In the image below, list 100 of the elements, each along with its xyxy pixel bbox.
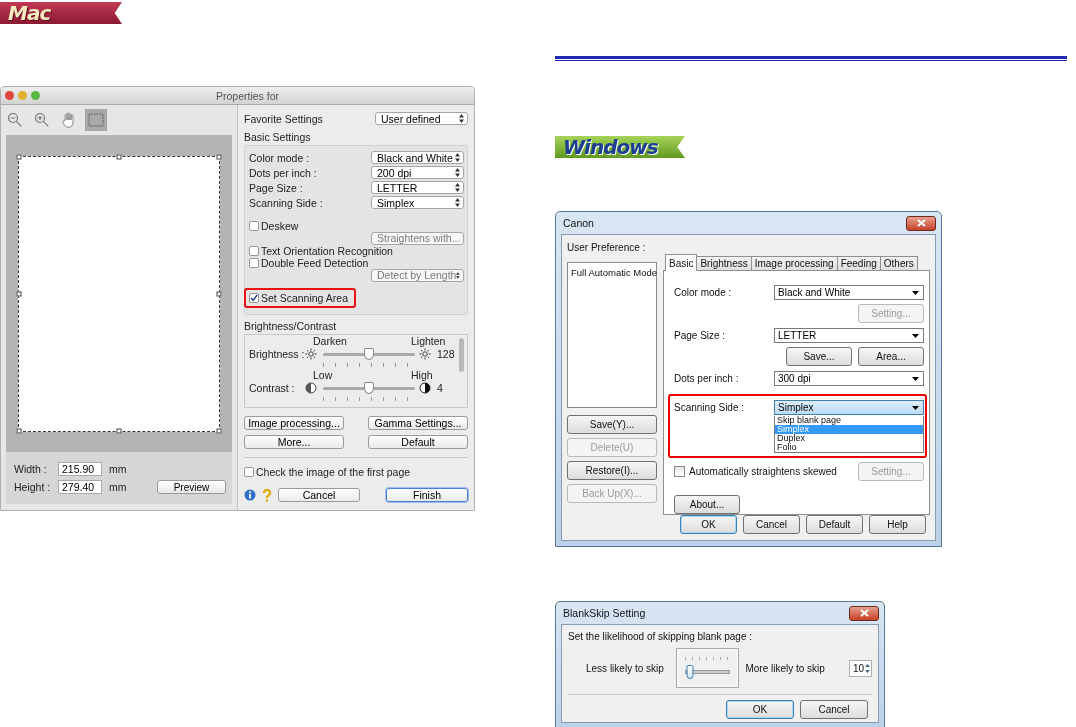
- dialog-button[interactable]: Cancel: [800, 700, 868, 719]
- dropdown-field[interactable]: LETTER: [774, 328, 924, 343]
- popup-button[interactable]: User defined: [375, 112, 468, 125]
- dropdown-field[interactable]: Simplex: [774, 400, 924, 415]
- dialog-button[interactable]: OK: [680, 515, 737, 534]
- dialog-button[interactable]: OK: [726, 700, 794, 719]
- platform-badge: Mac: [0, 2, 122, 24]
- spin-arrows-icon[interactable]: [864, 661, 871, 675]
- window-title: BlankSkip Setting: [563, 607, 646, 619]
- dialog-button[interactable]: Save(Y)...: [567, 415, 657, 434]
- updown-arrows-icon: [456, 270, 460, 280]
- updown-arrows-icon: [455, 183, 460, 192]
- close-button[interactable]: [849, 605, 879, 621]
- dialog-button[interactable]: Default: [806, 515, 863, 534]
- popup-button[interactable]: 200 dpi: [371, 166, 464, 179]
- checkbox[interactable]: [244, 467, 254, 477]
- resize-handle[interactable]: [216, 428, 222, 434]
- dialog-button[interactable]: Cancel: [278, 488, 360, 502]
- window-title: Properties for: [216, 89, 280, 102]
- dropdown-arrow-icon: [912, 405, 919, 410]
- group-title: Basic Settings: [244, 131, 312, 143]
- checkbox[interactable]: [249, 258, 259, 268]
- close-button[interactable]: [906, 215, 936, 231]
- dropdown-arrow-icon: [912, 290, 919, 295]
- checkbox-label: Automatically straightens skewed: [689, 466, 837, 477]
- slider-max-label: Lighten: [411, 335, 446, 347]
- resize-handle[interactable]: [116, 428, 122, 434]
- dialog-button[interactable]: Area...: [858, 347, 924, 366]
- popup-button[interactable]: Simplex: [371, 196, 464, 209]
- tab[interactable]: Brightness: [696, 256, 752, 270]
- zoom-in-icon: [34, 112, 50, 128]
- unit-label: mm: [108, 481, 128, 493]
- slider-max-label: High: [411, 369, 433, 381]
- updown-arrows-icon: [459, 114, 464, 123]
- dropdown-field[interactable]: Black and White: [774, 285, 924, 300]
- info-icon[interactable]: [244, 489, 256, 501]
- help-icon[interactable]: [262, 488, 272, 502]
- field-label: Dots per inch :: [674, 373, 740, 384]
- dialog-button[interactable]: Image processing...: [244, 416, 344, 430]
- dialog-button[interactable]: Restore(I)...: [567, 461, 657, 480]
- checkbox-label: Text Orientation Recognition: [261, 245, 393, 257]
- spin-field[interactable]: 10: [848, 659, 872, 677]
- field-label: Page Size :: [674, 330, 727, 341]
- about-button[interactable]: About...: [674, 495, 740, 514]
- close-icon: [916, 219, 926, 227]
- dropdown-option[interactable]: Folio: [775, 443, 923, 452]
- dialog-button[interactable]: Finish: [386, 488, 468, 502]
- platform-badge: Windows: [555, 136, 685, 158]
- popup-button[interactable]: Black and White: [371, 151, 464, 164]
- dialog-button[interactable]: Default: [368, 435, 468, 449]
- slider-thumb[interactable]: [364, 347, 374, 360]
- contrast-icon: [305, 382, 317, 394]
- dialog-button[interactable]: Gamma Settings...: [368, 416, 468, 430]
- setting-label: Color mode :: [249, 151, 310, 164]
- updown-arrows-icon: [455, 153, 460, 162]
- checkbox[interactable]: [249, 293, 259, 303]
- dashed-rectangle-icon: [88, 113, 104, 127]
- tab[interactable]: Image processing: [750, 256, 838, 270]
- checkbox[interactable]: [674, 466, 685, 477]
- group-title: Brightness/Contrast: [244, 320, 338, 332]
- dropdown-arrow-icon: [912, 333, 919, 338]
- close-icon: [859, 609, 869, 617]
- checkbox[interactable]: [249, 246, 259, 256]
- prompt-text: Set the likelihood of skipping blank page :: [568, 631, 753, 642]
- dialog-button[interactable]: Help: [869, 515, 926, 534]
- dimension-field[interactable]: 215.90: [58, 462, 102, 476]
- dialog-button[interactable]: Cancel: [743, 515, 800, 534]
- field-label: Height :: [14, 481, 52, 493]
- popup-button[interactable]: LETTER: [371, 181, 464, 194]
- resize-handle[interactable]: [16, 291, 22, 297]
- dialog-button[interactable]: More...: [244, 435, 344, 449]
- resize-handle[interactable]: [216, 291, 222, 297]
- setting-label: Favorite Settings: [244, 112, 323, 125]
- dialog-button[interactable]: Save...: [786, 347, 852, 366]
- preview-button[interactable]: Preview: [157, 480, 226, 494]
- tab[interactable]: Others: [879, 256, 918, 270]
- checkbox-label: Deskew: [261, 220, 299, 232]
- slider-thumb[interactable]: [364, 381, 374, 394]
- resize-handle[interactable]: [216, 154, 222, 160]
- checkbox-label: Double Feed Detection: [261, 257, 369, 269]
- slider-max-label: More likely to skip: [745, 662, 825, 674]
- updown-arrows-icon: [455, 198, 460, 207]
- updown-arrows-icon: [455, 168, 460, 177]
- zoom-button[interactable]: [31, 91, 40, 100]
- resize-handle[interactable]: [16, 154, 22, 160]
- checkbox-label: Set Scanning Area: [261, 292, 348, 304]
- resize-handle[interactable]: [116, 154, 122, 160]
- checkbox[interactable]: [249, 221, 259, 231]
- slider-thumb[interactable]: [686, 665, 694, 679]
- scrollbar-thumb[interactable]: [459, 338, 464, 372]
- dimension-field[interactable]: 279.40: [58, 480, 102, 494]
- tab[interactable]: Feeding: [836, 256, 881, 270]
- dropdown-field[interactable]: 300 dpi: [774, 371, 924, 386]
- window-title: Canon: [563, 217, 594, 229]
- dropdown-option[interactable]: Duplex: [775, 434, 923, 443]
- sun-icon: [305, 348, 317, 360]
- slider-value: 4: [436, 382, 444, 394]
- tab[interactable]: Basic: [665, 254, 698, 271]
- dropdown-option[interactable]: Skip blank page: [775, 416, 923, 425]
- resize-handle[interactable]: [16, 428, 22, 434]
